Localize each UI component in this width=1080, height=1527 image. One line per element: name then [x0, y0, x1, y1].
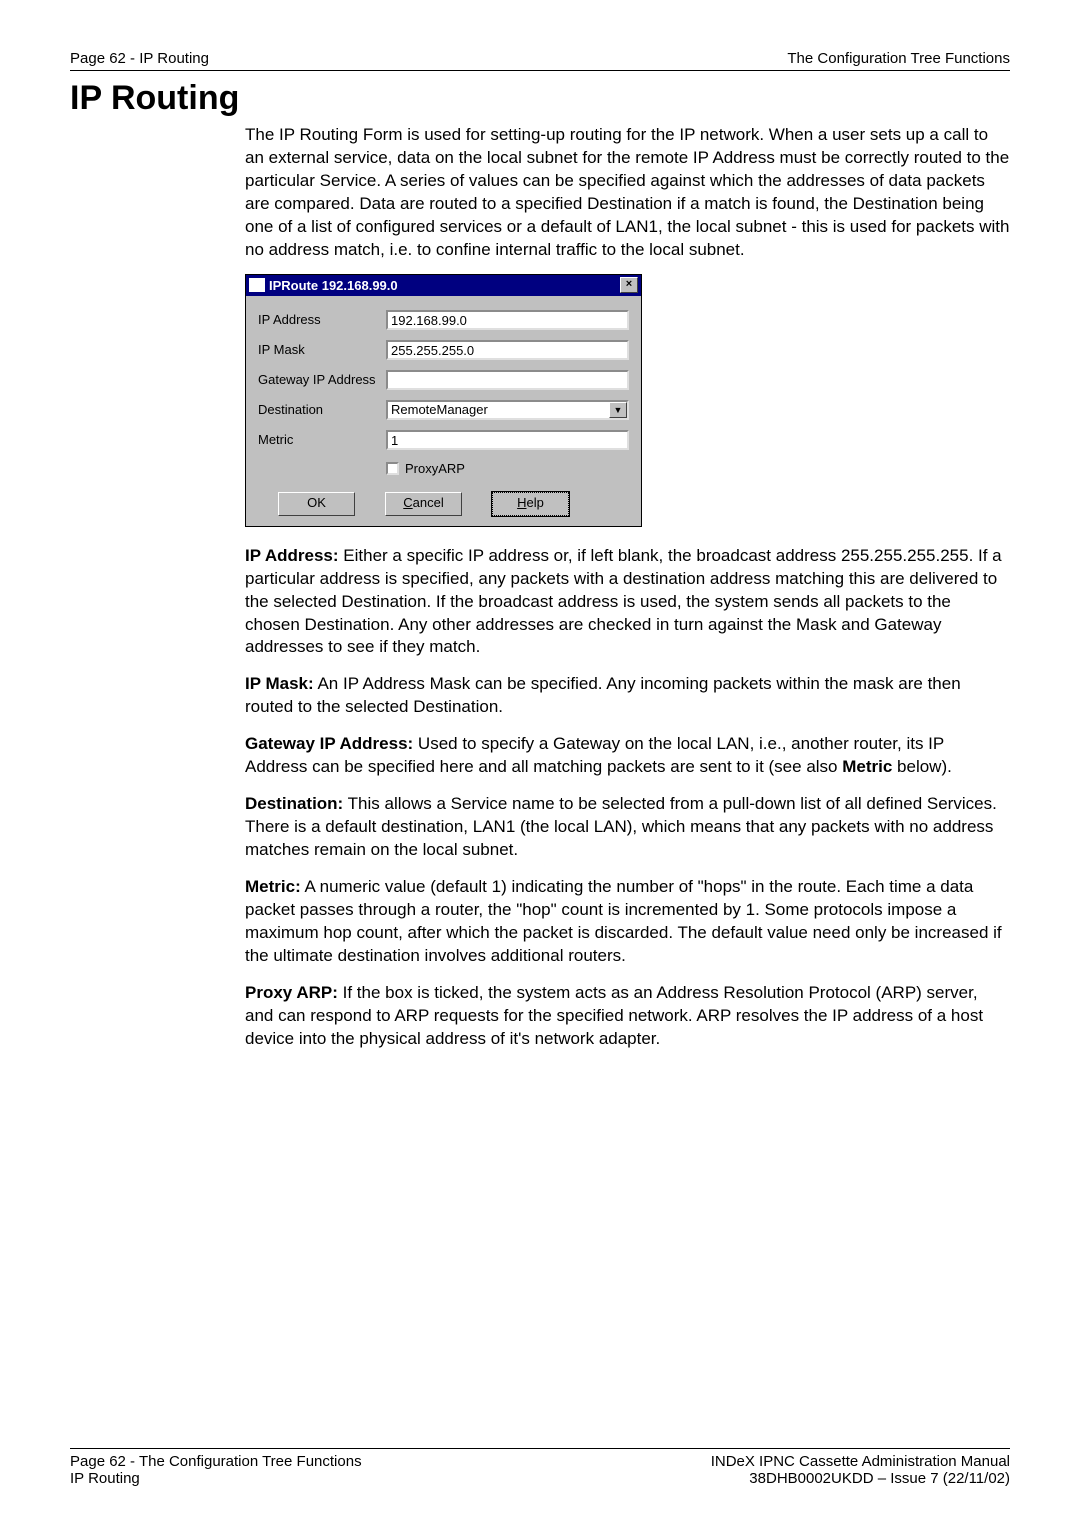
page-header: Page 62 - IP Routing The Configuration T…	[70, 50, 1010, 71]
dialog-titlebar: IPRoute 192.168.99.0 ×	[246, 275, 641, 297]
footer-right-1: INDeX IPNC Cassette Administration Manua…	[711, 1453, 1010, 1470]
cancel-button[interactable]: Cancel	[385, 492, 462, 516]
ip-mask-input[interactable]	[386, 340, 629, 360]
help-button[interactable]: Help	[492, 492, 569, 516]
ip-address-input[interactable]	[386, 310, 629, 330]
header-left: Page 62 - IP Routing	[70, 50, 209, 67]
page-title: IP Routing	[70, 79, 1010, 118]
dialog-icon	[249, 278, 265, 292]
proxyarp-label: ProxyARP	[405, 460, 465, 478]
iproute-dialog: IPRoute 192.168.99.0 × IP Address IP Mas…	[245, 274, 642, 527]
destination-select[interactable]: RemoteManager ▼	[386, 400, 629, 420]
destination-value: RemoteManager	[388, 402, 609, 418]
gateway-input[interactable]	[386, 370, 629, 390]
ip-address-label: IP Address	[258, 311, 386, 329]
ip-mask-label: IP Mask	[258, 341, 386, 359]
header-right: The Configuration Tree Functions	[787, 50, 1010, 67]
footer-left-2: IP Routing	[70, 1470, 362, 1487]
desc-ip-mask: IP Mask: An IP Address Mask can be speci…	[245, 673, 1010, 719]
destination-label: Destination	[258, 401, 386, 419]
desc-destination: Destination: This allows a Service name …	[245, 793, 1010, 862]
desc-proxyarp: Proxy ARP: If the box is ticked, the sys…	[245, 982, 1010, 1051]
gateway-label: Gateway IP Address	[258, 371, 386, 389]
desc-metric: Metric: A numeric value (default 1) indi…	[245, 876, 1010, 968]
proxyarp-checkbox[interactable]	[386, 462, 399, 475]
metric-label: Metric	[258, 431, 386, 449]
chevron-down-icon[interactable]: ▼	[609, 402, 627, 418]
desc-gateway: Gateway IP Address: Used to specify a Ga…	[245, 733, 1010, 779]
desc-ip-address: IP Address: Either a specific IP address…	[245, 545, 1010, 660]
page-footer: Page 62 - The Configuration Tree Functio…	[70, 1448, 1010, 1487]
dialog-title-text: IPRoute 192.168.99.0	[269, 277, 398, 295]
close-icon[interactable]: ×	[620, 277, 638, 293]
footer-right-2: 38DHB0002UKDD – Issue 7 (22/11/02)	[711, 1470, 1010, 1487]
metric-input[interactable]	[386, 430, 629, 450]
ok-button[interactable]: OK	[278, 492, 355, 516]
footer-left-1: Page 62 - The Configuration Tree Functio…	[70, 1453, 362, 1470]
intro-paragraph: The IP Routing Form is used for setting-…	[245, 124, 1010, 262]
